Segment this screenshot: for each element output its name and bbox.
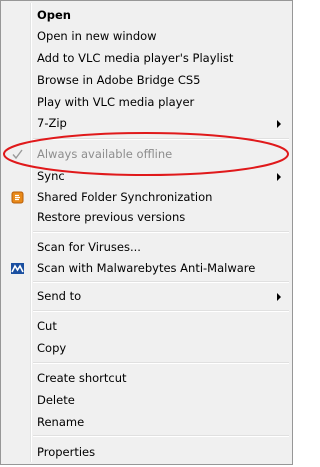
menu-item-rename-label: Rename [37,415,85,429]
menu-item-restore-versions[interactable]: Restore previous versions [3,207,290,228]
menu-item-open-new-window-label: Open in new window [37,29,157,43]
menu-separator [33,281,289,283]
menu-item-open-label: Open [37,8,71,22]
menu-item-properties[interactable]: Properties [3,442,290,463]
malwarebytes-icon [10,261,25,276]
menu-item-add-vlc-playlist[interactable]: Add to VLC media player's Playlist [3,48,290,69]
shared-folder-sync-icon [10,190,25,205]
context-menu: Open Open in new window Add to VLC media… [0,0,293,465]
menu-item-7zip[interactable]: 7-Zip [3,113,290,134]
menu-item-copy[interactable]: Copy [3,338,290,359]
menu-item-open[interactable]: Open [3,5,290,26]
menu-item-scan-viruses[interactable]: Scan for Viruses... [3,237,290,258]
menu-item-sync[interactable]: Sync [3,166,290,187]
chevron-right-icon [277,173,281,181]
menu-separator [33,362,289,364]
menu-item-delete[interactable]: Delete [3,390,290,411]
menu-item-properties-label: Properties [37,445,96,459]
menu-item-shared-folder-sync-label: Shared Folder Synchronization [37,190,213,204]
menu-separator [33,435,289,437]
menu-item-scan-malwarebytes-label: Scan with Malwarebytes Anti-Malware [37,261,256,275]
menu-item-copy-label: Copy [37,341,67,355]
menu-item-scan-viruses-label: Scan for Viruses... [37,240,141,254]
menu-item-browse-bridge-label: Browse in Adobe Bridge CS5 [37,73,201,87]
chevron-right-icon [277,120,281,128]
menu-item-create-shortcut[interactable]: Create shortcut [3,368,290,389]
menu-item-7zip-label: 7-Zip [37,116,67,130]
menu-item-send-to-label: Send to [37,289,82,303]
menu-item-always-offline-label: Always available offline [37,147,173,161]
checkmark-icon [10,147,25,162]
menu-item-cut-label: Cut [37,319,57,333]
menu-separator [33,310,289,312]
menu-item-restore-versions-label: Restore previous versions [37,210,186,224]
chevron-right-icon [277,293,281,301]
menu-separator [33,138,289,140]
menu-item-always-offline: Always available offline [3,144,290,165]
menu-item-cut[interactable]: Cut [3,316,290,337]
menu-item-create-shortcut-label: Create shortcut [37,371,127,385]
menu-item-browse-bridge[interactable]: Browse in Adobe Bridge CS5 [3,70,290,91]
menu-item-play-vlc[interactable]: Play with VLC media player [3,92,290,113]
menu-item-open-new-window[interactable]: Open in new window [3,26,290,47]
menu-item-add-vlc-playlist-label: Add to VLC media player's Playlist [37,51,234,65]
menu-item-rename[interactable]: Rename [3,412,290,433]
menu-item-send-to[interactable]: Send to [3,286,290,307]
menu-separator [33,231,289,233]
menu-item-scan-malwarebytes[interactable]: Scan with Malwarebytes Anti-Malware [3,258,290,279]
menu-item-shared-folder-sync[interactable]: Shared Folder Synchronization [3,187,290,208]
menu-item-play-vlc-label: Play with VLC media player [37,95,195,109]
menu-item-sync-label: Sync [37,169,65,183]
menu-item-delete-label: Delete [37,393,75,407]
